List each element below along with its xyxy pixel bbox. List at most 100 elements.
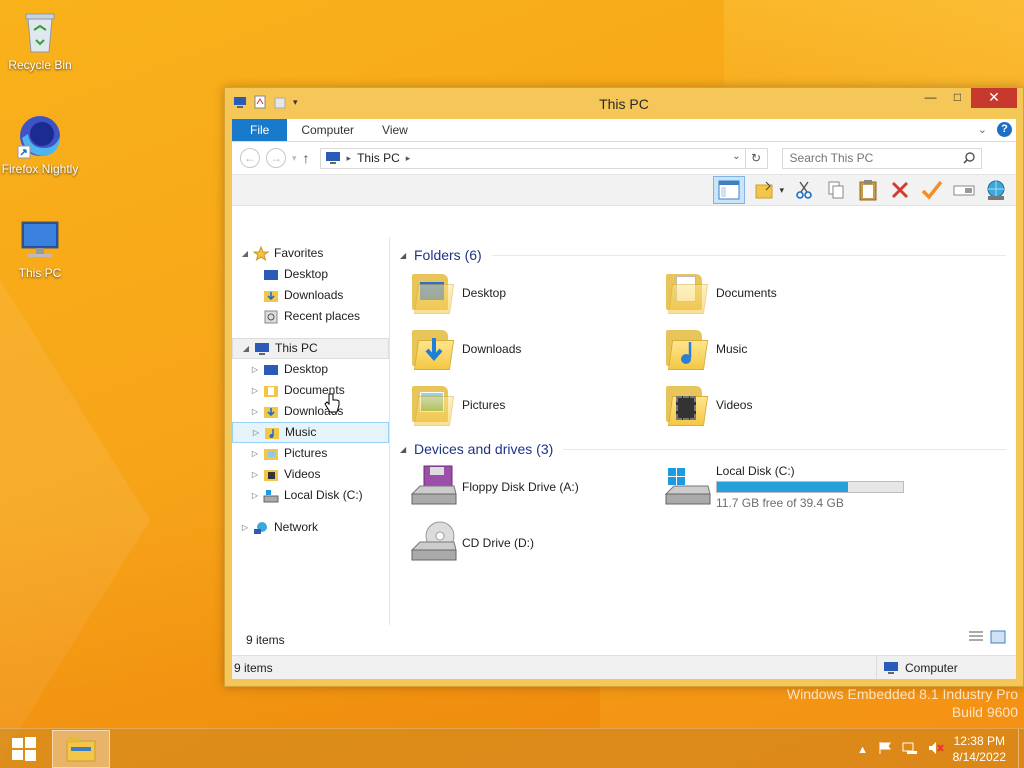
divider bbox=[563, 448, 1006, 450]
expand-arrow-icon[interactable]: ◢ bbox=[241, 338, 251, 359]
folders-group-header[interactable]: ◢ Folders (6) bbox=[400, 245, 1006, 265]
folder-desktop[interactable]: Desktop bbox=[410, 269, 664, 317]
expand-arrow-icon[interactable]: ▷ bbox=[250, 401, 260, 422]
drive-label: CD Drive (D:) bbox=[462, 536, 534, 550]
expand-arrow-icon[interactable]: ◢ bbox=[240, 243, 250, 264]
nav-pc-music[interactable]: ▷ Music bbox=[232, 422, 389, 443]
downloads-folder-icon bbox=[410, 326, 455, 372]
nav-pc-downloads[interactable]: ▷ Downloads bbox=[232, 401, 389, 422]
start-button[interactable] bbox=[0, 729, 48, 768]
drive-local-disk[interactable]: Local Disk (C:) 11.7 GB free of 39.4 GB bbox=[664, 463, 918, 511]
up-button[interactable]: ↑ bbox=[303, 150, 310, 166]
watermark-line: Build 9600 bbox=[951, 704, 1018, 720]
explorer-window[interactable]: ▾ This PC — □ ✕ File Computer View ⌄ ? ←… bbox=[224, 87, 1024, 687]
large-icons-view-icon[interactable] bbox=[990, 630, 1006, 647]
expand-arrow-icon[interactable]: ▷ bbox=[251, 422, 261, 443]
nav-pc-pictures[interactable]: ▷ Pictures bbox=[232, 443, 389, 464]
file-list[interactable]: ◢ Folders (6) Desktop Documents Download… bbox=[390, 237, 1016, 625]
videos-folder-icon bbox=[664, 382, 709, 428]
breadcrumb-separator-icon[interactable]: ▸ bbox=[406, 153, 411, 164]
taskbar-clock[interactable]: 12:38 PM 8/14/2022 bbox=[953, 733, 1006, 765]
nav-network[interactable]: ▷ Network bbox=[232, 517, 389, 538]
nav-pc-local-disk[interactable]: ▷ Local Disk (C:) bbox=[232, 485, 389, 506]
refresh-button[interactable]: ↻ bbox=[745, 147, 768, 169]
desktop-icon-this-pc[interactable]: This PC bbox=[0, 216, 80, 280]
hand-cursor-icon bbox=[324, 393, 340, 413]
tab-file[interactable]: File bbox=[232, 119, 288, 141]
folder-videos[interactable]: Videos bbox=[664, 381, 918, 429]
maximize-button[interactable]: □ bbox=[944, 88, 971, 108]
title-bar[interactable]: ▾ This PC — □ ✕ bbox=[225, 88, 1023, 118]
nav-favorites[interactable]: ◢ Favorites bbox=[232, 243, 389, 264]
navigation-pane[interactable]: ◢ Favorites Desktop Downloads Recent pla… bbox=[232, 237, 390, 625]
folder-label: Videos bbox=[716, 398, 753, 412]
chevron-down-icon[interactable]: ⌄ bbox=[978, 123, 987, 136]
network-status-icon[interactable] bbox=[902, 741, 918, 758]
preview-pane-button[interactable] bbox=[713, 176, 746, 204]
details-view-icon[interactable] bbox=[968, 630, 984, 647]
expand-arrow-icon[interactable]: ▷ bbox=[250, 380, 260, 401]
paste-icon[interactable] bbox=[856, 178, 880, 202]
nav-pc-videos[interactable]: ▷ Videos bbox=[232, 464, 389, 485]
tab-view[interactable]: View bbox=[368, 119, 422, 141]
address-row: ← → ▾ ↑ ▸ This PC ▸ ⌄ ↻ bbox=[232, 142, 1016, 174]
close-button[interactable]: ✕ bbox=[971, 88, 1017, 108]
chevron-down-icon[interactable]: ▾ bbox=[779, 185, 784, 196]
search-input[interactable] bbox=[782, 148, 953, 168]
expand-arrow-icon[interactable]: ▷ bbox=[240, 517, 250, 538]
nav-fav-recent-places[interactable]: Recent places bbox=[232, 306, 389, 327]
drive-floppy[interactable]: Floppy Disk Drive (A:) bbox=[410, 463, 664, 511]
folder-music[interactable]: Music bbox=[664, 325, 918, 373]
show-hidden-icons-icon[interactable]: ▲ bbox=[857, 744, 868, 756]
desktop-icon-recycle-bin[interactable]: Recycle Bin bbox=[0, 8, 80, 72]
volume-muted-icon[interactable] bbox=[928, 741, 944, 758]
search-box[interactable] bbox=[781, 147, 982, 169]
forward-button[interactable]: → bbox=[266, 148, 286, 168]
copy-icon[interactable] bbox=[824, 178, 848, 202]
folder-downloads[interactable]: Downloads bbox=[410, 325, 664, 373]
chevron-down-icon[interactable]: ⌄ bbox=[732, 151, 740, 162]
drive-label: Floppy Disk Drive (A:) bbox=[462, 480, 579, 494]
desktop-icon-firefox-nightly[interactable]: Firefox Nightly bbox=[0, 112, 80, 176]
minimize-button[interactable]: — bbox=[917, 88, 944, 108]
drive-label: Local Disk (C:) bbox=[716, 464, 795, 478]
drive-cd[interactable]: CD Drive (D:) bbox=[410, 519, 664, 567]
move-to-button[interactable] bbox=[753, 178, 777, 202]
breadcrumb-this-pc[interactable]: This PC bbox=[357, 151, 400, 165]
ribbon-tabs: File Computer View ⌄ ? bbox=[232, 119, 1016, 142]
expand-arrow-icon[interactable]: ▷ bbox=[250, 485, 260, 506]
network-globe-icon[interactable] bbox=[984, 178, 1008, 202]
check-icon[interactable] bbox=[920, 178, 944, 202]
expand-arrow-icon[interactable]: ▷ bbox=[250, 464, 260, 485]
window-body: File Computer View ⌄ ? ← → ▾ ↑ ▸ This PC… bbox=[232, 119, 1016, 679]
collapse-arrow-icon[interactable]: ◢ bbox=[400, 445, 414, 454]
nav-pc-desktop[interactable]: ▷ Desktop bbox=[232, 359, 389, 380]
recent-locations-icon[interactable]: ▾ bbox=[292, 153, 297, 164]
action-center-flag-icon[interactable] bbox=[878, 741, 892, 758]
tab-computer[interactable]: Computer bbox=[287, 119, 368, 141]
folder-pictures[interactable]: Pictures bbox=[410, 381, 664, 429]
devices-group-header[interactable]: ◢ Devices and drives (3) bbox=[400, 439, 1006, 459]
back-button[interactable]: ← bbox=[240, 148, 260, 168]
address-bar[interactable]: ▸ This PC ▸ ⌄ bbox=[319, 147, 746, 169]
desktop-icon-label: Recycle Bin bbox=[8, 58, 72, 72]
help-icon[interactable]: ? bbox=[997, 122, 1012, 137]
star-icon bbox=[252, 245, 270, 262]
taskbar-file-explorer[interactable] bbox=[52, 730, 110, 768]
folder-label: Documents bbox=[716, 286, 777, 300]
rename-icon[interactable] bbox=[952, 178, 976, 202]
collapse-arrow-icon[interactable]: ◢ bbox=[400, 251, 414, 260]
computer-icon bbox=[325, 152, 340, 164]
nav-this-pc[interactable]: ◢ This PC bbox=[232, 338, 389, 359]
ribbon-right: ⌄ ? bbox=[978, 122, 1012, 137]
group-title: Folders (6) bbox=[414, 247, 482, 263]
nav-fav-downloads[interactable]: Downloads bbox=[232, 285, 389, 306]
nav-fav-desktop[interactable]: Desktop bbox=[232, 264, 389, 285]
delete-icon[interactable] bbox=[888, 178, 912, 202]
cut-icon[interactable] bbox=[792, 178, 816, 202]
expand-arrow-icon[interactable]: ▷ bbox=[250, 443, 260, 464]
folder-documents[interactable]: Documents bbox=[664, 269, 918, 317]
show-desktop-button[interactable] bbox=[1018, 729, 1024, 768]
expand-arrow-icon[interactable]: ▷ bbox=[250, 359, 260, 380]
nav-pc-documents[interactable]: ▷ Documents bbox=[232, 380, 389, 401]
